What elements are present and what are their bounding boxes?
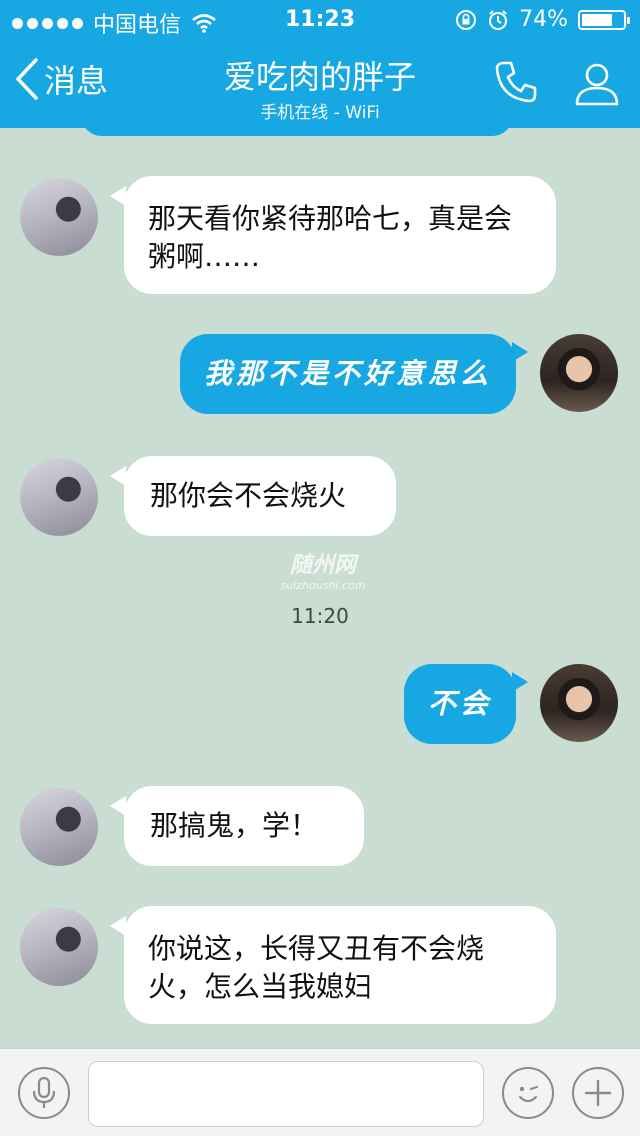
emoji-button[interactable] [502, 1067, 554, 1119]
more-options-button[interactable] [572, 1067, 624, 1119]
chat-title: 爱吃肉的胖子 [223, 58, 416, 96]
chat-area[interactable]: 那天看你紧待那哈七，真是会粥啊…… 我那不是不好意思么 那你会不会烧火 随州网 … [0, 128, 640, 1048]
call-button[interactable] [492, 58, 540, 110]
watermark-url: suizhoushi.com [280, 578, 366, 592]
alarm-icon [489, 9, 508, 30]
message-bubble-outgoing[interactable]: 不会 [404, 664, 516, 744]
phone-icon [495, 61, 537, 103]
contact-avatar[interactable] [20, 458, 98, 536]
message-bubble-outgoing[interactable]: 我那不是不好意思么 [180, 334, 516, 414]
previous-message-bubble [82, 128, 512, 136]
status-bar: 中国电信 11:23 74% [0, 0, 640, 40]
message-text: 那天看你紧待那哈七，真是会粥啊…… [148, 202, 513, 273]
watermark-text: 随州网 [289, 552, 356, 578]
message-input[interactable] [88, 1061, 484, 1127]
person-icon [575, 63, 619, 106]
message-text: 你说这，长得又丑有不会烧火，怎么当我媳妇 [148, 932, 485, 1003]
my-avatar[interactable] [540, 664, 618, 742]
rotation-lock-icon [456, 9, 477, 30]
online-status: 手机在线 - WiFi [260, 103, 380, 123]
profile-button[interactable] [572, 58, 622, 112]
message-bubble-incoming[interactable]: 那搞鬼，学！ [124, 786, 364, 866]
app-header: 中国电信 11:23 74% 消息 爱吃肉的胖子 手机在线 - WiFi [0, 0, 640, 128]
time-separator: 11:20 [291, 604, 349, 628]
smiley-icon [518, 1085, 539, 1103]
my-avatar[interactable] [540, 334, 618, 412]
status-right: 74% [455, 7, 630, 32]
input-bar [0, 1048, 640, 1136]
contact-avatar[interactable] [20, 178, 98, 256]
battery-percent: 74% [519, 7, 568, 32]
contact-avatar[interactable] [20, 908, 98, 986]
voice-button[interactable] [18, 1067, 70, 1119]
watermark-logo: 随州网 suizhoushi.com [258, 546, 388, 592]
plus-icon [584, 1079, 612, 1107]
battery-level [582, 13, 612, 26]
message-text: 不会 [428, 687, 493, 720]
message-bubble-incoming[interactable]: 你说这，长得又丑有不会烧火，怎么当我媳妇 [124, 906, 556, 1024]
message-text: 那搞鬼，学！ [150, 809, 319, 842]
contact-avatar[interactable] [20, 788, 98, 866]
message-text: 我那不是不好意思么 [204, 357, 493, 390]
message-bubble-incoming[interactable]: 那天看你紧待那哈七，真是会粥啊…… [124, 176, 556, 294]
message-text: 那你会不会烧火 [150, 479, 347, 512]
message-bubble-incoming[interactable]: 那你会不会烧火 [124, 456, 396, 536]
battery-icon [578, 9, 630, 30]
microphone-icon [32, 1076, 56, 1108]
